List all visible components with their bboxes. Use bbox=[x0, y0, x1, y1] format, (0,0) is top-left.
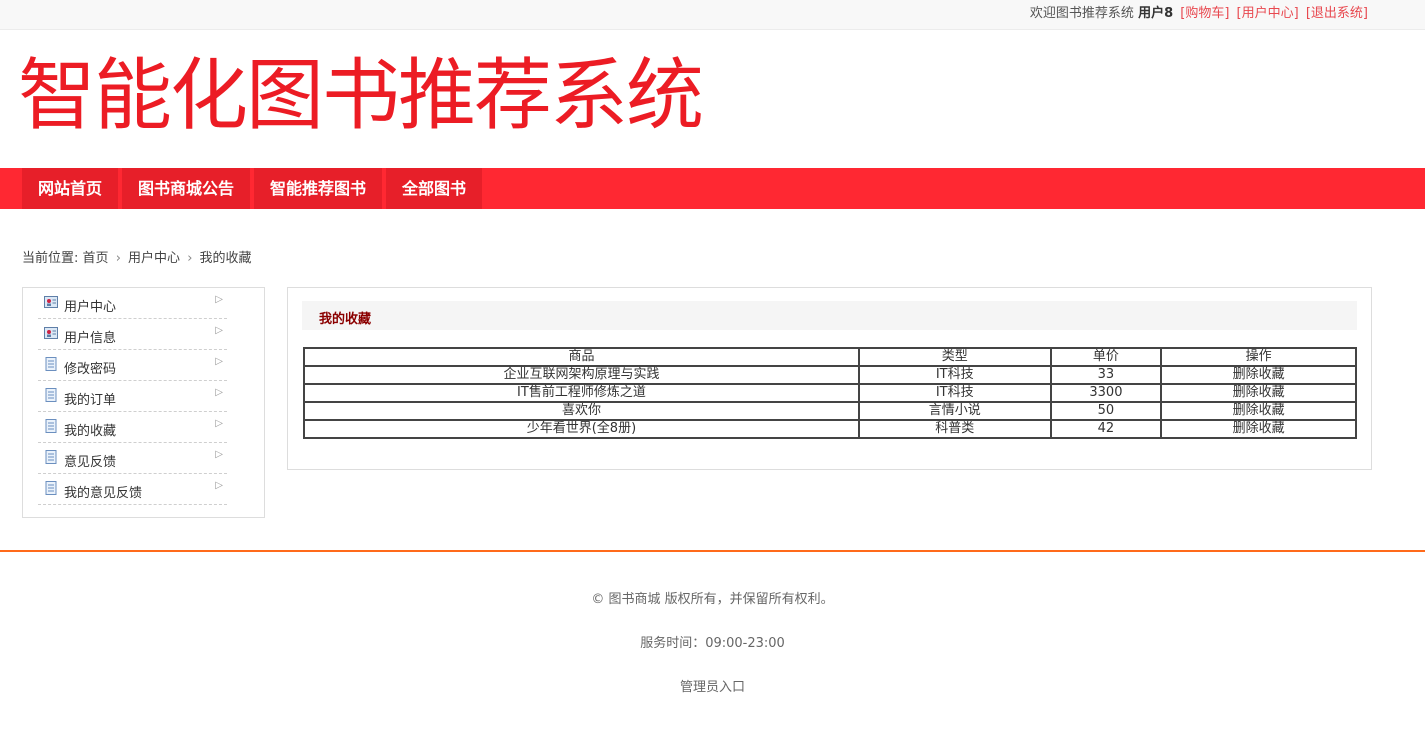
sidebar-item-change-password[interactable]: 修改密码 ▷ bbox=[38, 350, 227, 381]
favorites-panel: 我的收藏 商品 类型 单价 操作 企业互联网架构原理与实践 IT科技 33 删除… bbox=[287, 287, 1372, 470]
chevron-right-icon: ▷ bbox=[215, 418, 223, 429]
sidebar-item-user-center[interactable]: 用户中心 ▷ bbox=[38, 288, 227, 319]
favorites-table: 商品 类型 单价 操作 企业互联网架构原理与实践 IT科技 33 删除收藏 IT… bbox=[303, 347, 1357, 439]
document-icon bbox=[45, 357, 57, 371]
breadcrumb-user-center[interactable]: 用户中心 bbox=[128, 251, 180, 266]
nav-all-books[interactable]: 全部图书 bbox=[386, 168, 482, 209]
chevron-right-icon: ▷ bbox=[215, 356, 223, 367]
sidebar-item-label: 修改密码 bbox=[64, 362, 117, 377]
nav-announcements[interactable]: 图书商城公告 bbox=[122, 168, 250, 209]
remove-favorite-link[interactable]: 删除收藏 bbox=[1160, 419, 1357, 439]
document-icon bbox=[45, 419, 57, 433]
document-icon bbox=[45, 450, 57, 464]
breadcrumb-home[interactable]: 首页 bbox=[83, 251, 109, 266]
username: 用户8 bbox=[1138, 6, 1174, 21]
chevron-right-icon: ▷ bbox=[215, 294, 223, 305]
chevron-right-icon: ▷ bbox=[215, 387, 223, 398]
product-type: 科普类 bbox=[857, 419, 1052, 439]
user-card-icon bbox=[44, 296, 58, 308]
document-icon bbox=[45, 481, 57, 495]
table-row: 企业互联网架构原理与实践 IT科技 33 删除收藏 bbox=[303, 365, 1357, 385]
document-icon bbox=[45, 388, 57, 402]
sidebar-item-label: 用户信息 bbox=[64, 331, 117, 346]
table-row: IT售前工程师修炼之道 IT科技 3300 删除收藏 bbox=[303, 383, 1357, 403]
column-header-action: 操作 bbox=[1160, 347, 1357, 367]
product-name[interactable]: IT售前工程师修炼之道 bbox=[303, 383, 860, 403]
sidebar-item-my-favorites[interactable]: 我的收藏 ▷ bbox=[38, 412, 227, 443]
column-header-product: 商品 bbox=[303, 347, 860, 367]
table-row: 少年看世界(全8册) 科普类 42 删除收藏 bbox=[303, 419, 1357, 439]
sidebar-item-label: 我的意见反馈 bbox=[64, 486, 143, 501]
breadcrumb-separator: › bbox=[115, 251, 121, 266]
table-header-row: 商品 类型 单价 操作 bbox=[303, 347, 1357, 367]
cart-link[interactable]: [购物车] bbox=[1180, 6, 1229, 21]
logout-link[interactable]: [退出系统] bbox=[1306, 6, 1368, 21]
table-row: 喜欢你 言情小说 50 删除收藏 bbox=[303, 401, 1357, 421]
footer-copyright: © 图书商城 版权所有，并保留所有权利。 bbox=[591, 592, 834, 607]
product-price: 42 bbox=[1049, 419, 1163, 439]
product-type: IT科技 bbox=[857, 365, 1052, 385]
welcome-text: 欢迎图书推荐系统 bbox=[1029, 6, 1134, 21]
chevron-right-icon: ▷ bbox=[215, 325, 223, 336]
column-header-price: 单价 bbox=[1049, 347, 1163, 367]
panel-title: 我的收藏 bbox=[319, 312, 372, 327]
sidebar-item-label: 用户中心 bbox=[64, 300, 117, 315]
panel-header: 我的收藏 bbox=[302, 301, 1357, 330]
remove-favorite-link[interactable]: 删除收藏 bbox=[1160, 365, 1357, 385]
sidebar-item-label: 我的订单 bbox=[64, 393, 117, 408]
admin-entry-link[interactable]: 管理员入口 bbox=[0, 676, 1425, 695]
chevron-right-icon: ▷ bbox=[215, 449, 223, 460]
sidebar-item-user-info[interactable]: 用户信息 ▷ bbox=[38, 319, 227, 350]
product-type: 言情小说 bbox=[857, 401, 1052, 421]
product-price: 50 bbox=[1049, 401, 1163, 421]
breadcrumb-prefix: 当前位置: bbox=[22, 251, 79, 266]
breadcrumb-separator: › bbox=[187, 251, 193, 266]
remove-favorite-link[interactable]: 删除收藏 bbox=[1160, 383, 1357, 403]
product-price: 3300 bbox=[1049, 383, 1163, 403]
footer-divider bbox=[0, 550, 1425, 552]
nav-recommended-books[interactable]: 智能推荐图书 bbox=[254, 168, 382, 209]
sidebar-item-label: 我的收藏 bbox=[64, 424, 117, 439]
user-center-link[interactable]: [用户中心] bbox=[1237, 6, 1299, 21]
breadcrumb-current: 我的收藏 bbox=[199, 251, 252, 266]
product-price: 33 bbox=[1049, 365, 1163, 385]
main-nav: 网站首页 图书商城公告 智能推荐图书 全部图书 bbox=[0, 168, 1425, 209]
sidebar-item-my-orders[interactable]: 我的订单 ▷ bbox=[38, 381, 227, 412]
sidebar-item-my-feedback[interactable]: 我的意见反馈 ▷ bbox=[38, 474, 227, 505]
column-header-type: 类型 bbox=[857, 347, 1052, 367]
chevron-right-icon: ▷ bbox=[215, 480, 223, 491]
sidebar-item-feedback[interactable]: 意见反馈 ▷ bbox=[38, 443, 227, 474]
product-name[interactable]: 少年看世界(全8册) bbox=[303, 419, 860, 439]
nav-home[interactable]: 网站首页 bbox=[22, 168, 118, 209]
breadcrumb: 当前位置: 首页 › 用户中心 › 我的收藏 bbox=[22, 247, 252, 266]
site-logo-title[interactable]: 智能化图书推荐系统 bbox=[18, 44, 704, 148]
footer-service-hours: 服务时间：09:00-23:00 bbox=[640, 636, 785, 651]
product-name[interactable]: 喜欢你 bbox=[303, 401, 860, 421]
top-bar-user-area: 欢迎图书推荐系统 用户8 [购物车] [用户中心] [退出系统] bbox=[1030, 2, 1368, 21]
user-card-icon bbox=[44, 327, 58, 339]
remove-favorite-link[interactable]: 删除收藏 bbox=[1160, 401, 1357, 421]
sidebar-item-label: 意见反馈 bbox=[64, 455, 117, 470]
top-bar: 欢迎图书推荐系统 用户8 [购物车] [用户中心] [退出系统] bbox=[0, 0, 1425, 30]
product-name[interactable]: 企业互联网架构原理与实践 bbox=[303, 365, 860, 385]
user-sidebar: 用户中心 ▷ 用户信息 ▷ 修改密码 ▷ 我的订单 ▷ 我的收藏 ▷ 意见反馈 … bbox=[22, 287, 265, 518]
product-type: IT科技 bbox=[857, 383, 1052, 403]
